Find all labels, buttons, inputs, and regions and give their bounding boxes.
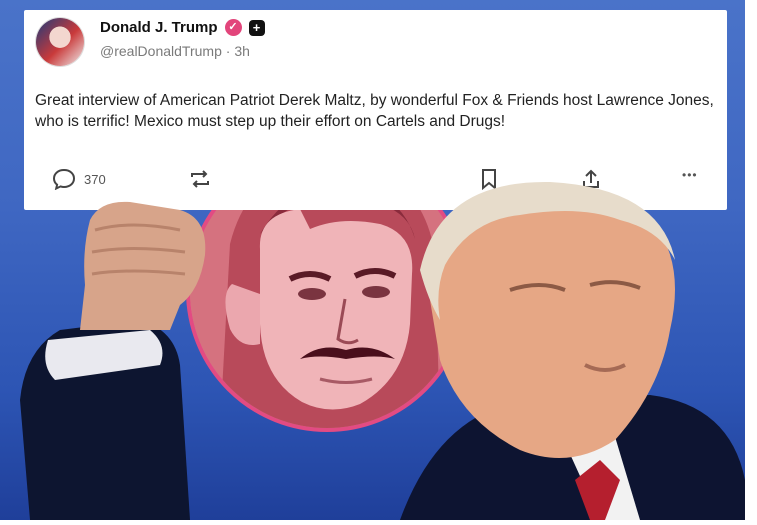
user-handle[interactable]: @realDonaldTrump <box>100 43 222 59</box>
verified-badge-icon: ✓ <box>224 19 242 36</box>
display-name[interactable]: Donald J. Trump <box>100 19 218 36</box>
reply-button[interactable]: 370 <box>52 168 106 190</box>
raised-fist <box>0 190 210 520</box>
edge-strip <box>745 0 757 520</box>
avatar[interactable] <box>36 18 84 66</box>
post-header: Donald J. Trump ✓ + <box>100 19 265 36</box>
reply-icon <box>52 168 76 190</box>
reply-count: 370 <box>84 171 106 187</box>
post-text: Great interview of American Patriot Dere… <box>35 92 714 130</box>
handle-row: @realDonaldTrump · 3h <box>100 43 250 59</box>
fist-drawing <box>20 201 206 520</box>
plus-badge-icon: + <box>248 19 265 36</box>
repost-button[interactable] <box>188 168 212 190</box>
post-timestamp[interactable]: 3h <box>234 43 250 59</box>
right-figure <box>400 180 745 520</box>
figure-drawing <box>400 181 745 520</box>
handle-separator: · <box>221 43 235 59</box>
repost-icon <box>191 170 209 188</box>
